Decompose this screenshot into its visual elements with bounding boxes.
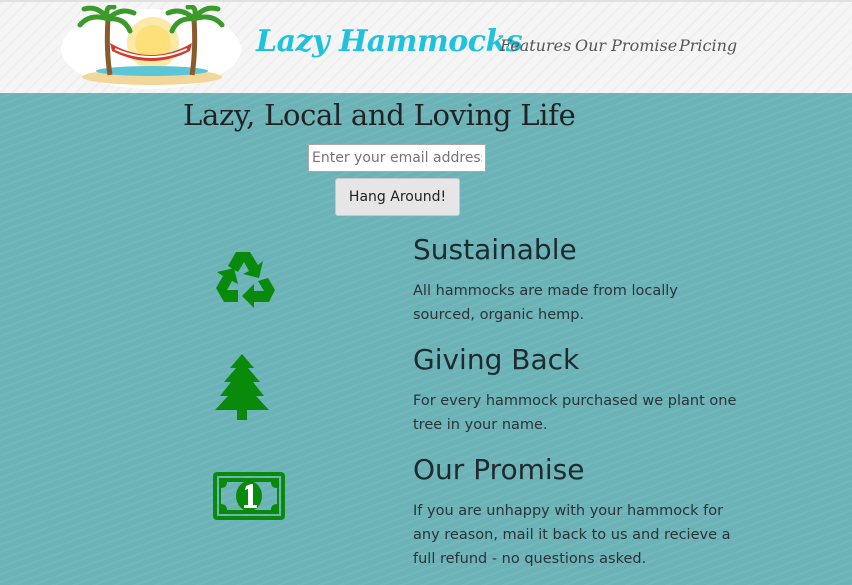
email-input[interactable] <box>308 144 486 172</box>
feature-description-sustainable: All hammocks are made from locally sourc… <box>413 283 678 323</box>
feature-description-giving-back: For every hammock purchased we plant one… <box>413 393 737 433</box>
brand-name[interactable]: Lazy Hammocks <box>256 24 523 59</box>
money-bill-icon <box>213 472 285 520</box>
hang-around-button[interactable]: Hang Around! <box>335 178 460 216</box>
recycle-icon <box>216 252 275 308</box>
tree-icon <box>215 354 269 420</box>
feature-description-our-promise: If you are unhappy with your hammock for… <box>413 503 731 567</box>
nav-our-promise[interactable]: Our Promise <box>575 36 677 55</box>
feature-title-giving-back: Giving Back <box>413 343 580 376</box>
hammock-logo-icon[interactable] <box>60 5 242 89</box>
feature-title-our-promise: Our Promise <box>413 453 585 486</box>
hero-title: Lazy, Local and Loving Life <box>183 98 576 132</box>
feature-title-sustainable: Sustainable <box>413 233 577 266</box>
nav-features[interactable]: Features <box>500 36 571 55</box>
nav-pricing[interactable]: Pricing <box>679 36 737 55</box>
site-header: Lazy Hammocks Features Our Promise Prici… <box>0 0 852 93</box>
